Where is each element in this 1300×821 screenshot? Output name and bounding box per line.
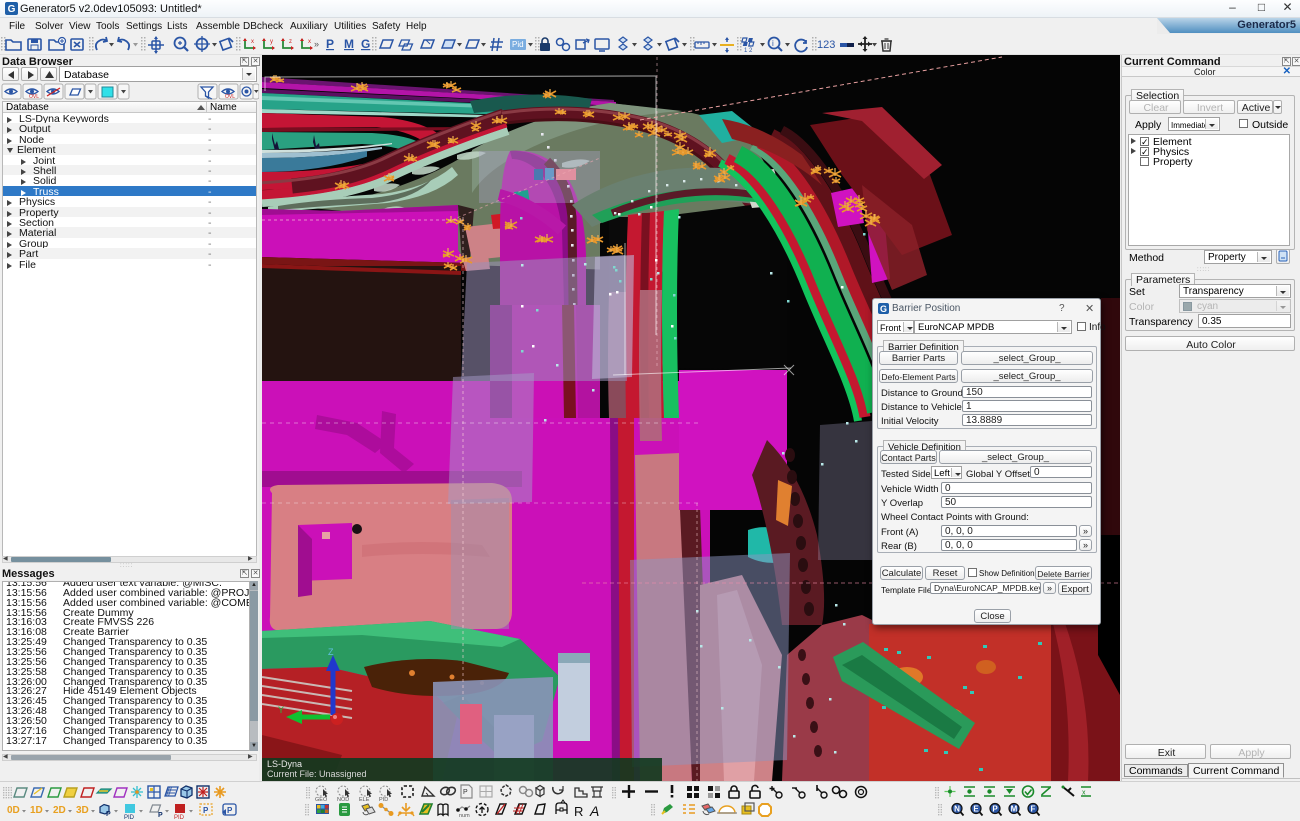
svg-text:123: 123 <box>817 39 835 51</box>
svg-text:1 2: 1 2 <box>744 48 753 54</box>
svg-text:i: i <box>772 39 774 48</box>
svg-text:M: M <box>344 37 354 51</box>
svg-text:OVL: OVL <box>225 94 235 100</box>
svg-text:2D: 2D <box>53 805 66 816</box>
svg-text:x: x <box>308 39 311 45</box>
svg-text:P: P <box>992 805 998 814</box>
svg-text:Current File: Unassigned: Current File: Unassigned <box>267 769 367 779</box>
svg-text:P: P <box>203 806 209 815</box>
svg-text:x: x <box>251 39 254 45</box>
svg-text:G: G <box>8 4 16 15</box>
svg-text:»: » <box>314 39 319 49</box>
svg-text:A: A <box>589 803 599 819</box>
svg-text:P: P <box>227 806 233 815</box>
svg-text:LS-Dyna: LS-Dyna <box>267 759 302 769</box>
svg-text:ELE: ELE <box>359 797 370 803</box>
svg-text:PID: PID <box>379 797 388 803</box>
svg-text:F: F <box>1031 805 1036 814</box>
svg-text:3D: 3D <box>76 805 89 816</box>
svg-text:R: R <box>574 804 583 819</box>
svg-text:Y: Y <box>278 705 284 715</box>
svg-text:GEO: GEO <box>315 797 328 803</box>
svg-text:G: G <box>361 37 370 51</box>
svg-text:PID: PID <box>174 815 185 821</box>
svg-text:NOD: NOD <box>337 797 349 803</box>
svg-text:PID: PID <box>124 815 135 821</box>
svg-text:Z: Z <box>328 647 334 657</box>
svg-text:P: P <box>326 37 334 51</box>
svg-text:OVL: OVL <box>29 94 39 100</box>
svg-text:1D: 1D <box>30 805 43 816</box>
svg-text:z: z <box>289 39 292 45</box>
svg-text:0D: 0D <box>7 805 20 816</box>
svg-text:Pid: Pid <box>512 40 524 49</box>
svg-text:N: N <box>954 805 960 814</box>
svg-text:y: y <box>270 39 273 45</box>
svg-text:P: P <box>158 812 163 819</box>
svg-text:P: P <box>106 811 111 818</box>
svg-text:E: E <box>973 805 979 814</box>
svg-text:num: num <box>459 813 470 819</box>
svg-text:x: x <box>1082 790 1086 797</box>
svg-text:P: P <box>463 789 468 796</box>
svg-text:G: G <box>880 304 887 314</box>
